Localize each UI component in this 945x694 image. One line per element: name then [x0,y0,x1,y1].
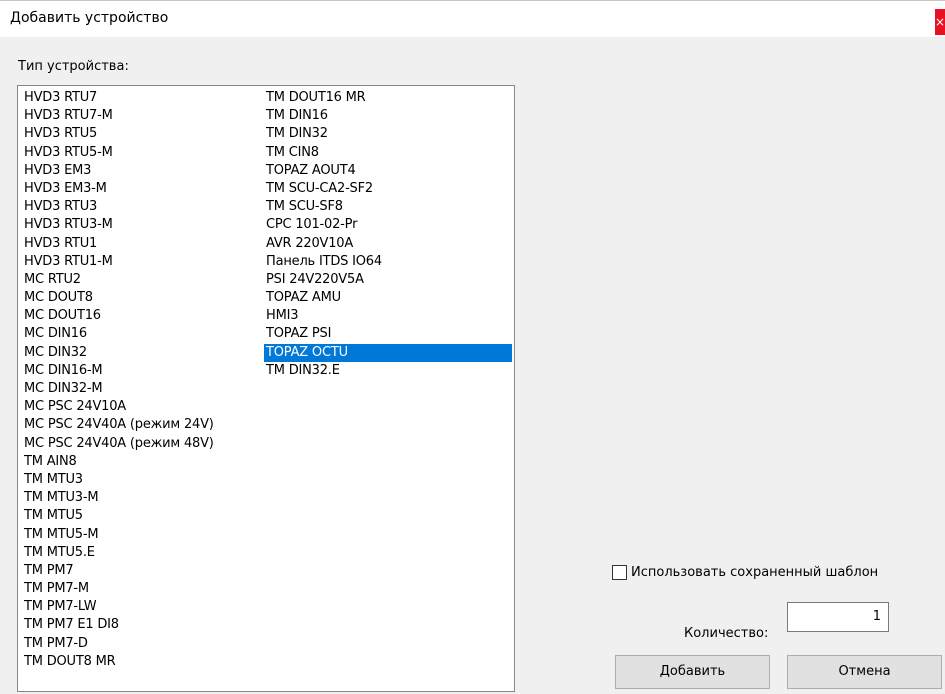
device-type-listbox[interactable]: HVD3 RTU7 HVD3 RTU7-M HVD3 RTU5 HVD3 RTU5-M… [17,85,515,692]
device-list-item[interactable]: HVD3 RTU5-M [22,144,262,162]
device-list-item[interactable]: MC PSC 24V10A [22,398,262,416]
device-list-item[interactable]: MC DIN32-M [22,380,262,398]
device-list-item[interactable]: MC DOUT16 [22,307,262,325]
device-list-item[interactable]: HMI3 [264,307,512,325]
device-list-item[interactable]: HVD3 RTU7-M [22,107,262,125]
device-list-item[interactable]: TM MTU5 [22,507,262,525]
device-list-item[interactable]: MC DIN16 [22,325,262,343]
device-list-item[interactable]: CPC 101-02-Pr [264,216,512,234]
device-list-item[interactable]: TM PM7-M [22,580,262,598]
device-list-item[interactable]: TM MTU3 [22,471,262,489]
device-list-item[interactable]: MC DIN32 [22,344,262,362]
device-list-column-1: HVD3 RTU7 HVD3 RTU7-M HVD3 RTU5 HVD3 RTU5-M… [22,89,262,671]
device-list-item[interactable]: TM DIN32.E [264,362,512,380]
device-list-item[interactable]: TM DIN32 [264,125,512,143]
use-template-label: Использовать сохраненный шаблон [631,564,879,580]
device-type-label: Тип устройства: [18,59,129,74]
device-list-item[interactable]: TM AIN8 [22,453,262,471]
device-list-item[interactable]: MC DIN16-M [22,362,262,380]
quantity-label: Количество: [684,626,769,641]
device-list-item[interactable]: HVD3 EM3 [22,162,262,180]
device-list-item[interactable]: TOPAZ PSI [264,325,512,343]
device-list-item[interactable]: HVD3 RTU3-M [22,216,262,234]
device-list-item[interactable]: MC DOUT8 [22,289,262,307]
device-list-item[interactable]: TM CIN8 [264,144,512,162]
device-list-item[interactable]: HVD3 RTU1 [22,235,262,253]
device-list-item[interactable]: TOPAZ OCTU [264,343,512,362]
title-bar: Добавить устройство × [0,1,945,37]
device-list-item[interactable]: TM DOUT8 MR [22,653,262,671]
device-list-item[interactable]: PSI 24V220V5A [264,271,512,289]
device-list-item[interactable]: TM PM7 [22,562,262,580]
device-list-item[interactable]: HVD3 RTU3 [22,198,262,216]
device-list-item[interactable]: TM SCU-CA2-SF2 [264,180,512,198]
device-list-item[interactable]: MC RTU2 [22,271,262,289]
device-list-item[interactable]: Панель ITDS IO64 [264,253,512,271]
close-button[interactable]: × [935,9,945,35]
device-list-item[interactable]: HVD3 EM3-M [22,180,262,198]
add-button[interactable]: Добавить [615,655,770,689]
device-list-item[interactable]: AVR 220V10A [264,235,512,253]
cancel-button[interactable]: Отмена [787,655,942,689]
device-list-item[interactable]: MC PSC 24V40A (режим 48V) [22,435,262,453]
device-list-item[interactable]: TOPAZ AMU [264,289,512,307]
add-device-dialog: Добавить устройство × Тип устройства: HV… [0,0,945,694]
device-list-item[interactable]: TM MTU3-M [22,489,262,507]
device-list-item[interactable]: TM MTU5-M [22,526,262,544]
device-list-item[interactable]: TM PM7-D [22,635,262,653]
device-list-item[interactable]: HVD3 RTU5 [22,125,262,143]
device-list-item[interactable]: TOPAZ AOUT4 [264,162,512,180]
quantity-input[interactable]: 1 [787,602,889,632]
device-list-column-2: TM DOUT16 MR TM DIN16 TM DIN32 TM CIN8 TOPAZ… [264,89,512,380]
device-list-item[interactable]: MC PSC 24V40A (режим 24V) [22,416,262,434]
use-template-option[interactable]: Использовать сохраненный шаблон [612,562,878,582]
device-list-item[interactable]: HVD3 RTU1-M [22,253,262,271]
device-list-item[interactable]: HVD3 RTU7 [22,89,262,107]
window-title: Добавить устройство [10,10,169,26]
device-list-item[interactable]: TM PM7 E1 DI8 [22,616,262,634]
device-list-item[interactable]: TM SCU-SF8 [264,198,512,216]
device-list-item[interactable]: TM DIN16 [264,107,512,125]
device-list-item[interactable]: TM DOUT16 MR [264,89,512,107]
use-template-checkbox[interactable] [612,564,627,580]
device-list-item[interactable]: TM MTU5.E [22,544,262,562]
device-list-item[interactable]: TM PM7-LW [22,598,262,616]
